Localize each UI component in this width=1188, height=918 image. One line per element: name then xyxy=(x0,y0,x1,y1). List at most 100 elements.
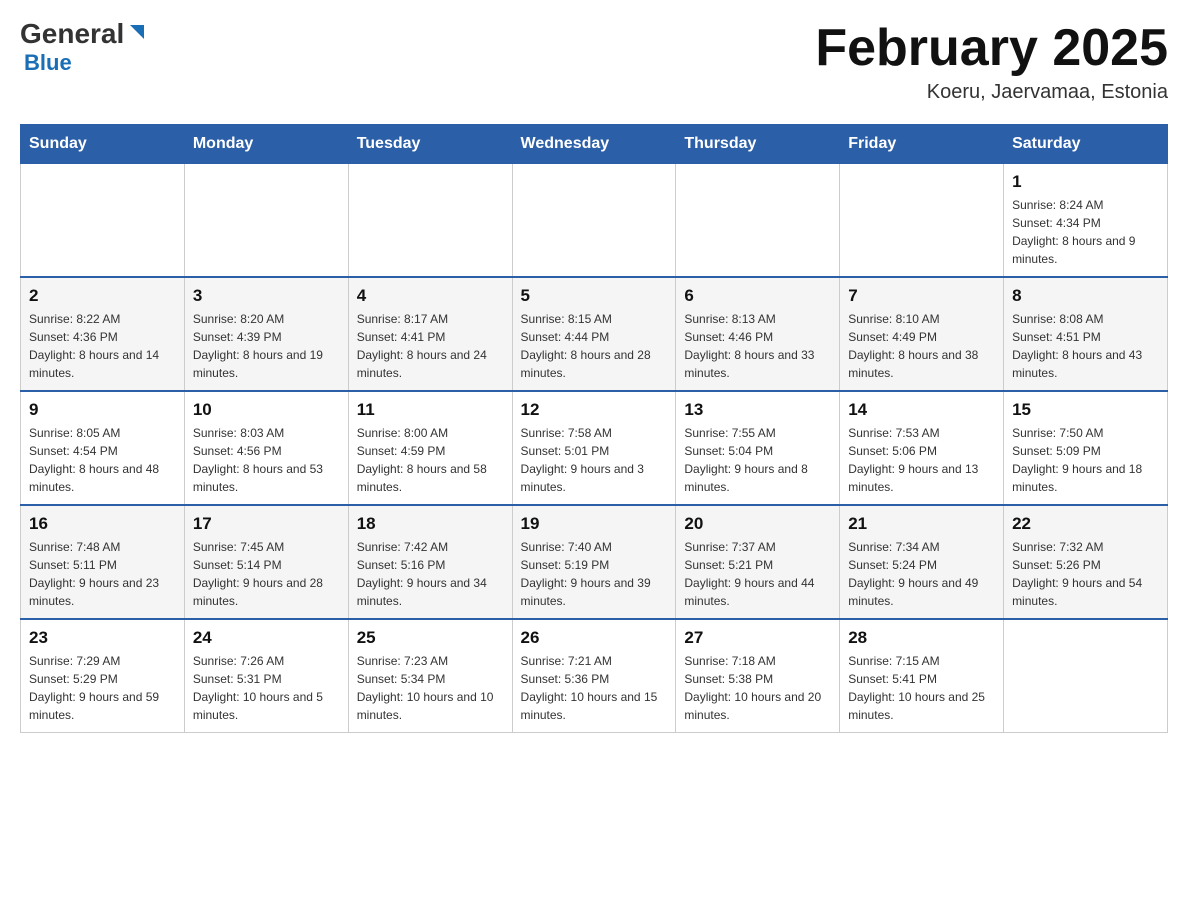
day-info: Sunrise: 7:26 AMSunset: 5:31 PMDaylight:… xyxy=(193,652,340,724)
day-number: 1 xyxy=(1012,172,1159,192)
calendar-cell: 2 Sunrise: 8:22 AMSunset: 4:36 PMDaylight… xyxy=(21,277,185,391)
calendar-cell xyxy=(512,164,676,278)
day-info: Sunrise: 7:55 AMSunset: 5:04 PMDaylight:… xyxy=(684,424,831,496)
calendar-header-row: Sunday Monday Tuesday Wednesday Thursday… xyxy=(21,125,1168,164)
day-info: Sunrise: 8:20 AMSunset: 4:39 PMDaylight:… xyxy=(193,310,340,382)
calendar-cell: 23Sunrise: 7:29 AMSunset: 5:29 PMDayligh… xyxy=(21,619,185,733)
logo: General Blue xyxy=(20,20,148,76)
day-info: Sunrise: 8:17 AMSunset: 4:41 PMDaylight:… xyxy=(357,310,504,382)
calendar-cell: 19 Sunrise: 7:40 AMSunset: 5:19 PMDayligh… xyxy=(512,505,676,619)
calendar-cell xyxy=(840,164,1004,278)
day-info: Sunrise: 7:15 AMSunset: 5:41 PMDaylight:… xyxy=(848,652,995,724)
calendar-cell: 7 Sunrise: 8:10 AMSunset: 4:49 PMDaylight… xyxy=(840,277,1004,391)
day-info: Sunrise: 8:08 AMSunset: 4:51 PMDaylight:… xyxy=(1012,310,1159,382)
calendar-cell xyxy=(21,164,185,278)
header-wednesday: Wednesday xyxy=(512,125,676,164)
calendar-cell: 26 Sunrise: 7:21 AMSunset: 5:36 PMDayligh… xyxy=(512,619,676,733)
calendar-cell: 5 Sunrise: 8:15 AMSunset: 4:44 PMDaylight… xyxy=(512,277,676,391)
day-info: Sunrise: 8:24 AMSunset: 4:34 PMDaylight:… xyxy=(1012,196,1159,268)
day-number: 3 xyxy=(193,286,340,306)
day-info: Sunrise: 7:18 AMSunset: 5:38 PMDaylight:… xyxy=(684,652,831,724)
day-info: Sunrise: 7:34 AMSunset: 5:24 PMDaylight:… xyxy=(848,538,995,610)
day-info: Sunrise: 7:40 AMSunset: 5:19 PMDaylight:… xyxy=(521,538,668,610)
header-monday: Monday xyxy=(184,125,348,164)
calendar-cell: 1 Sunrise: 8:24 AMSunset: 4:34 PMDaylight… xyxy=(1004,164,1168,278)
logo-blue-text: Blue xyxy=(24,50,72,76)
calendar-cell: 15 Sunrise: 7:50 AMSunset: 5:09 PMDayligh… xyxy=(1004,391,1168,505)
day-number: 7 xyxy=(848,286,995,306)
day-info: Sunrise: 7:50 AMSunset: 5:09 PMDaylight:… xyxy=(1012,424,1159,496)
calendar-cell: 16 Sunrise: 7:48 AMSunset: 5:11 PMDayligh… xyxy=(21,505,185,619)
calendar-cell: 17 Sunrise: 7:45 AMSunset: 5:14 PMDayligh… xyxy=(184,505,348,619)
day-info: Sunrise: 8:03 AMSunset: 4:56 PMDaylight:… xyxy=(193,424,340,496)
day-number: 20 xyxy=(684,514,831,534)
header-saturday: Saturday xyxy=(1004,125,1168,164)
day-info: Sunrise: 7:42 AMSunset: 5:16 PMDaylight:… xyxy=(357,538,504,610)
day-info: Sunrise: 7:32 AMSunset: 5:26 PMDaylight:… xyxy=(1012,538,1159,610)
day-info: Sunrise: 8:15 AMSunset: 4:44 PMDaylight:… xyxy=(521,310,668,382)
calendar-cell: 8 Sunrise: 8:08 AMSunset: 4:51 PMDaylight… xyxy=(1004,277,1168,391)
calendar-cell: 6 Sunrise: 8:13 AMSunset: 4:46 PMDaylight… xyxy=(676,277,840,391)
calendar-cell: 13Sunrise: 7:55 AMSunset: 5:04 PMDayligh… xyxy=(676,391,840,505)
calendar-cell: 28Sunrise: 7:15 AMSunset: 5:41 PMDayligh… xyxy=(840,619,1004,733)
calendar-cell: 10 Sunrise: 8:03 AMSunset: 4:56 PMDayligh… xyxy=(184,391,348,505)
day-info: Sunrise: 7:37 AMSunset: 5:21 PMDaylight:… xyxy=(684,538,831,610)
calendar-week-row: 1 Sunrise: 8:24 AMSunset: 4:34 PMDaylight… xyxy=(21,164,1168,278)
day-number: 16 xyxy=(29,514,176,534)
day-info: Sunrise: 8:22 AMSunset: 4:36 PMDaylight:… xyxy=(29,310,176,382)
calendar-week-row: 9 Sunrise: 8:05 AMSunset: 4:54 PMDaylight… xyxy=(21,391,1168,505)
logo-triangle-icon xyxy=(126,21,148,43)
day-info: Sunrise: 8:05 AMSunset: 4:54 PMDaylight:… xyxy=(29,424,176,496)
day-number: 19 xyxy=(521,514,668,534)
calendar-table: Sunday Monday Tuesday Wednesday Thursday… xyxy=(20,124,1168,733)
header-tuesday: Tuesday xyxy=(348,125,512,164)
day-info: Sunrise: 7:48 AMSunset: 5:11 PMDaylight:… xyxy=(29,538,176,610)
calendar-week-row: 23Sunrise: 7:29 AMSunset: 5:29 PMDayligh… xyxy=(21,619,1168,733)
day-number: 2 xyxy=(29,286,176,306)
day-number: 4 xyxy=(357,286,504,306)
day-number: 18 xyxy=(357,514,504,534)
day-info: Sunrise: 8:00 AMSunset: 4:59 PMDaylight:… xyxy=(357,424,504,496)
day-info: Sunrise: 7:58 AMSunset: 5:01 PMDaylight:… xyxy=(521,424,668,496)
day-info: Sunrise: 7:23 AMSunset: 5:34 PMDaylight:… xyxy=(357,652,504,724)
header-sunday: Sunday xyxy=(21,125,185,164)
day-number: 9 xyxy=(29,400,176,420)
day-number: 5 xyxy=(521,286,668,306)
day-number: 21 xyxy=(848,514,995,534)
calendar-cell: 14Sunrise: 7:53 AMSunset: 5:06 PMDayligh… xyxy=(840,391,1004,505)
calendar-cell: 11Sunrise: 8:00 AMSunset: 4:59 PMDayligh… xyxy=(348,391,512,505)
calendar-cell: 18 Sunrise: 7:42 AMSunset: 5:16 PMDayligh… xyxy=(348,505,512,619)
day-number: 6 xyxy=(684,286,831,306)
calendar-cell: 9 Sunrise: 8:05 AMSunset: 4:54 PMDaylight… xyxy=(21,391,185,505)
calendar-cell: 20 Sunrise: 7:37 AMSunset: 5:21 PMDayligh… xyxy=(676,505,840,619)
day-number: 8 xyxy=(1012,286,1159,306)
calendar-week-row: 16 Sunrise: 7:48 AMSunset: 5:11 PMDayligh… xyxy=(21,505,1168,619)
location-text: Koeru, Jaervamaa, Estonia xyxy=(815,81,1168,104)
calendar-cell: 27 Sunrise: 7:18 AMSunset: 5:38 PMDayligh… xyxy=(676,619,840,733)
day-number: 27 xyxy=(684,628,831,648)
header-friday: Friday xyxy=(840,125,1004,164)
page-header: General Blue February 2025 Koeru, Jaerva… xyxy=(20,20,1168,104)
calendar-cell xyxy=(676,164,840,278)
day-info: Sunrise: 7:45 AMSunset: 5:14 PMDaylight:… xyxy=(193,538,340,610)
day-info: Sunrise: 7:21 AMSunset: 5:36 PMDaylight:… xyxy=(521,652,668,724)
month-title: February 2025 xyxy=(815,20,1168,77)
header-thursday: Thursday xyxy=(676,125,840,164)
title-section: February 2025 Koeru, Jaervamaa, Estonia xyxy=(815,20,1168,104)
day-number: 26 xyxy=(521,628,668,648)
day-number: 14 xyxy=(848,400,995,420)
day-number: 10 xyxy=(193,400,340,420)
calendar-cell xyxy=(184,164,348,278)
logo-general-text: General xyxy=(20,20,124,48)
calendar-cell xyxy=(348,164,512,278)
day-number: 24 xyxy=(193,628,340,648)
calendar-cell: 3 Sunrise: 8:20 AMSunset: 4:39 PMDaylight… xyxy=(184,277,348,391)
day-info: Sunrise: 8:13 AMSunset: 4:46 PMDaylight:… xyxy=(684,310,831,382)
day-number: 15 xyxy=(1012,400,1159,420)
day-number: 17 xyxy=(193,514,340,534)
calendar-cell: 22Sunrise: 7:32 AMSunset: 5:26 PMDayligh… xyxy=(1004,505,1168,619)
day-number: 12 xyxy=(521,400,668,420)
day-info: Sunrise: 8:10 AMSunset: 4:49 PMDaylight:… xyxy=(848,310,995,382)
calendar-cell: 25Sunrise: 7:23 AMSunset: 5:34 PMDayligh… xyxy=(348,619,512,733)
calendar-cell: 12 Sunrise: 7:58 AMSunset: 5:01 PMDayligh… xyxy=(512,391,676,505)
